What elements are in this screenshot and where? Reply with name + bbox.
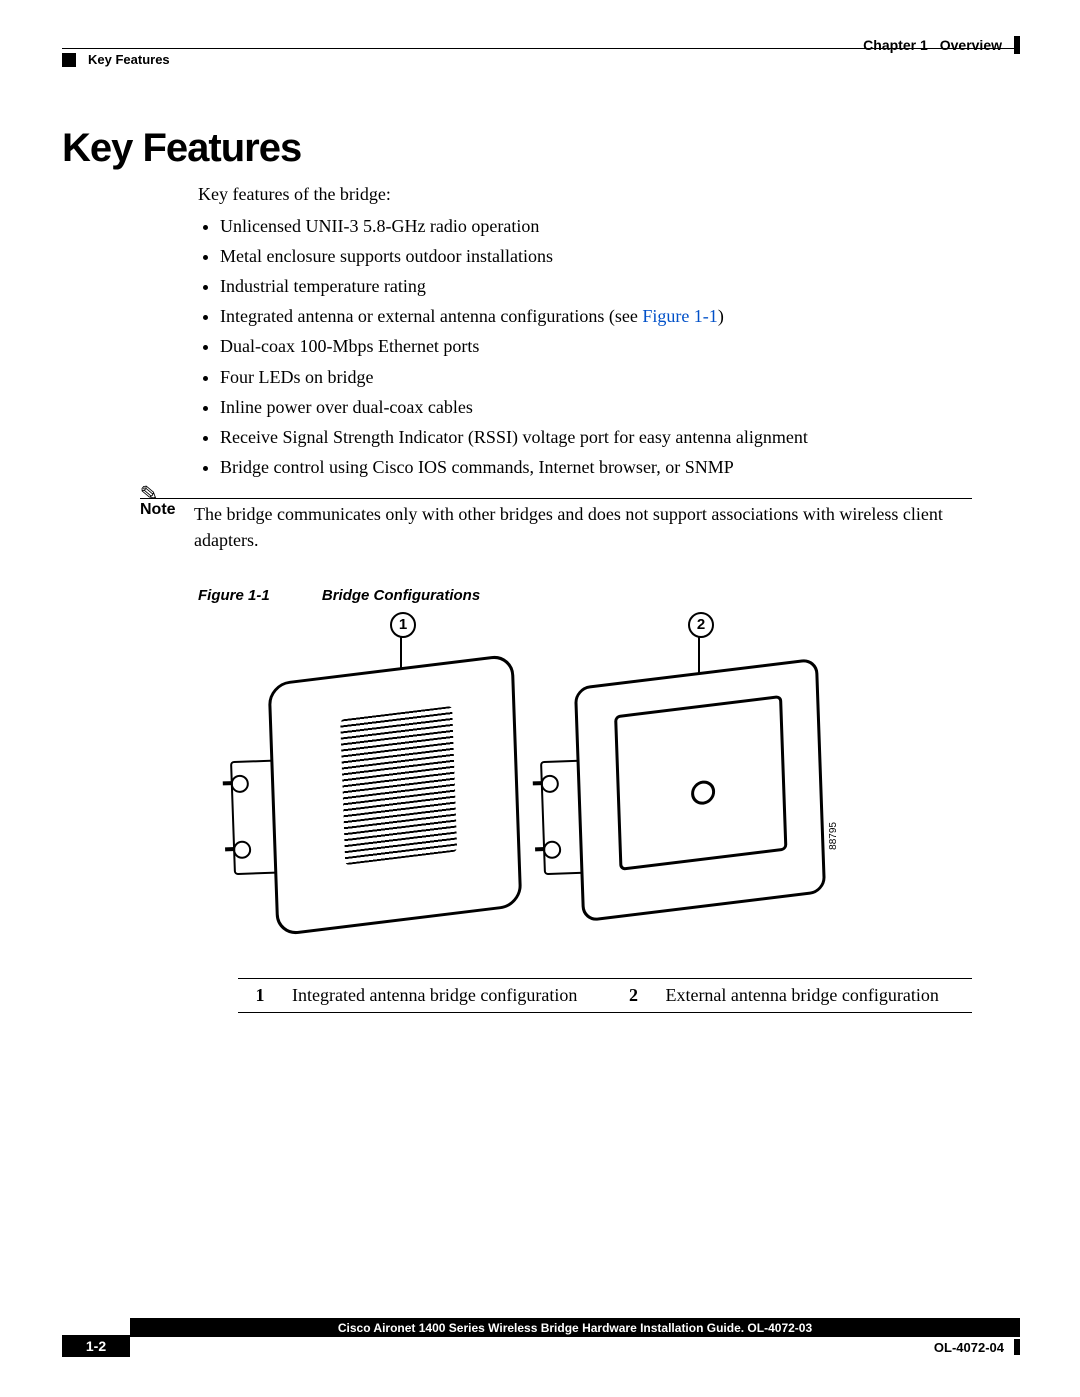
figure-link[interactable]: Figure 1-1 [642,306,718,326]
intro-text: Key features of the bridge: [198,181,972,207]
footer-bar-icon [1014,1339,1020,1355]
figure-caption: Figure 1-1 Bridge Configurations [198,587,1018,604]
chapter-label: Chapter 1 [863,37,928,53]
legend-num: 2 [611,979,655,1013]
header-right: Chapter 1 Overview [863,36,1020,54]
figure-part-number: 88795 [828,822,839,850]
doc-id: OL-4072-04 [934,1340,1004,1355]
section-heading: Key Features [62,126,1018,171]
bolt-icon [231,775,250,794]
figure-legend-table: 1 Integrated antenna bridge configuratio… [238,978,972,1013]
list-item: Unlicensed UNII-3 5.8-GHz radio operatio… [220,213,972,239]
pencil-icon: ✎ [139,480,160,508]
figure-label: Figure 1-1 [198,587,270,604]
list-item: Industrial temperature rating [220,273,972,299]
header-bar-icon [1014,36,1020,54]
section-crumb: Key Features [88,52,170,67]
list-item: Bridge control using Cisco IOS commands,… [220,454,972,480]
list-item: Four LEDs on bridge [220,364,972,390]
external-antenna-device [574,658,826,923]
list-item-suffix: ) [718,306,724,326]
bolt-icon [543,841,562,860]
legend-num: 1 [238,979,282,1013]
list-item: Integrated antenna or external antenna c… [220,303,972,329]
legend-text: Integrated antenna bridge configuration [282,979,611,1013]
callout-2: 2 [688,612,714,638]
list-item: Inline power over dual-coax cables [220,394,972,420]
footer-doc-title: Cisco Aironet 1400 Series Wireless Bridg… [130,1319,1020,1337]
footer-right: OL-4072-04 [934,1339,1020,1355]
list-item-text: Integrated antenna or external antenna c… [220,306,642,326]
list-item: Dual-coax 100-Mbps Ethernet ports [220,333,972,359]
note-body: The bridge communicates only with other … [194,498,972,553]
list-item: Metal enclosure supports outdoor install… [220,243,972,269]
bolt-icon [541,775,560,794]
legend-text: External antenna bridge configuration [655,979,972,1013]
antenna-grill-icon [340,706,457,865]
header-left: Key Features [62,52,170,67]
note-block: ✎ Note The bridge communicates only with… [198,498,972,553]
chapter-title: Overview [940,37,1002,53]
callout-line [698,636,700,676]
body-column: Key features of the bridge: Unlicensed U… [198,181,972,480]
page-number: 1-2 [62,1335,130,1357]
figure-illustration: 1 2 88795 [238,612,972,972]
feature-list: Unlicensed UNII-3 5.8-GHz radio operatio… [198,213,972,480]
note-label-column: ✎ Note [140,498,200,519]
callout-1: 1 [390,612,416,638]
page: Chapter 1 Overview Key Features Key Feat… [0,0,1080,1397]
list-item: Receive Signal Strength Indicator (RSSI)… [220,424,972,450]
bolt-icon [233,841,252,860]
table-row: 1 Integrated antenna bridge configuratio… [238,979,972,1013]
figure-title: Bridge Configurations [322,587,480,604]
header-square-icon [62,53,76,67]
integrated-antenna-device [268,654,523,937]
